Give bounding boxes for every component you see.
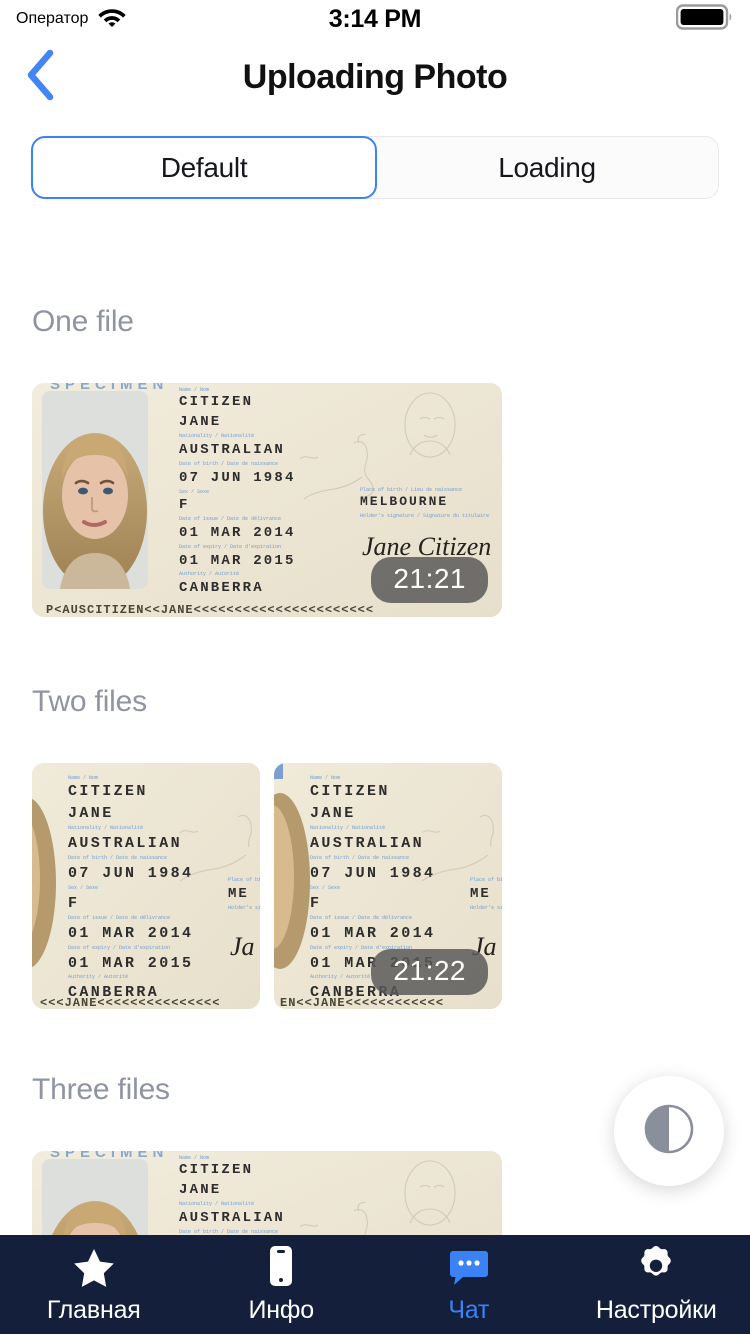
svg-text:Sex / Sexe: Sex / Sexe (68, 885, 98, 891)
chat-icon (449, 1245, 489, 1287)
svg-text:Nationality / Nationalité: Nationality / Nationalité (310, 825, 385, 831)
tab-label: Главная (46, 1295, 141, 1324)
passport-image: Name / Nom CITIZEN JANE Nationality / Na… (32, 763, 260, 1009)
section-label-two-files: Two files (32, 685, 147, 718)
svg-text:Holder's signa: Holder's signa (228, 905, 260, 911)
file-thumbnail[interactable]: Name / Nom CITIZEN JANE Nationality / Na… (274, 763, 502, 1009)
svg-text:Date of birth / Date de naissa: Date of birth / Date de naissance (310, 855, 409, 861)
svg-text:Date of issue / Date de délivr: Date of issue / Date de délivrance (310, 915, 412, 921)
svg-text:AUSTRALIAN: AUSTRALIAN (179, 1210, 285, 1226)
svg-text:JANE: JANE (310, 805, 356, 822)
svg-text:AUSTRALIAN: AUSTRALIAN (310, 835, 424, 852)
svg-text:F: F (310, 895, 321, 912)
svg-text:Name / Nom: Name / Nom (179, 1155, 209, 1161)
svg-text:Date of birth / Date de naissa: Date of birth / Date de naissance (68, 855, 167, 861)
tab-default[interactable]: Default (31, 136, 377, 199)
star-icon (73, 1245, 115, 1287)
file-thumbnail[interactable]: SPECIMEN Name / Nom CITIZEN JANE Nationa… (32, 1151, 502, 1235)
chevron-left-icon (24, 48, 58, 107)
tab-label: Чат (448, 1295, 490, 1324)
svg-text:F: F (179, 497, 190, 513)
svg-text:Authority / Autorité: Authority / Autorité (310, 974, 370, 980)
navigation-bar: Uploading Photo (0, 38, 750, 116)
svg-text:Nationality / Nationalité: Nationality / Nationalité (179, 1201, 254, 1207)
svg-text:Authority / Autorité: Authority / Autorité (68, 974, 128, 980)
svg-text:Name / Nom: Name / Nom (179, 387, 209, 393)
timestamp-badge: 21:22 (371, 949, 488, 995)
segmented-control: Default Loading (31, 136, 719, 199)
svg-text:Nationality / Nationalité: Nationality / Nationalité (68, 825, 143, 831)
svg-text:CITIZEN: CITIZEN (179, 1162, 253, 1178)
tab-settings[interactable]: Настройки (563, 1245, 750, 1325)
svg-text:EN<<JANE<<<<<<<<<<<<: EN<<JANE<<<<<<<<<<<< (280, 996, 444, 1009)
svg-text:Sex / Sexe: Sex / Sexe (179, 489, 209, 495)
svg-text:Ja: Ja (230, 932, 255, 961)
file-thumbnail[interactable]: Name / Nom CITIZEN JANE Nationality / Na… (32, 763, 260, 1009)
svg-text:CITIZEN: CITIZEN (68, 783, 148, 800)
svg-text:Name / Nom: Name / Nom (310, 775, 340, 781)
svg-text:CANBERRA: CANBERRA (179, 580, 264, 596)
passport-image: SPECIMEN Name / Nom CITIZEN JANE Nationa… (32, 1151, 502, 1235)
file-row-one: SPECIMEN Name / Nom CITIZEN JANE Nationa… (0, 383, 750, 617)
svg-text:07 JUN 1984: 07 JUN 1984 (310, 865, 435, 882)
tab-loading[interactable]: Loading (376, 137, 718, 198)
svg-text:AUSTRALIAN: AUSTRALIAN (179, 442, 285, 458)
timestamp-badge: 21:21 (371, 557, 488, 603)
svg-text:P<AUSCITIZEN<<JANE<<<<<<<<<<<<: P<AUSCITIZEN<<JANE<<<<<<<<<<<<<<<<<<<<<< (46, 603, 374, 617)
svg-text:Date of expiry / Date d'expira: Date of expiry / Date d'expiration (179, 544, 281, 550)
segmented-control-wrapper: Default Loading (0, 116, 750, 199)
svg-text:01 MAR 2015: 01 MAR 2015 (179, 553, 296, 569)
gear-icon (636, 1245, 676, 1287)
svg-text:CITIZEN: CITIZEN (179, 394, 253, 410)
svg-text:Place of birth / Lieu de naiss: Place of birth / Lieu de naissance (360, 487, 462, 493)
section-label-one-file: One file (32, 305, 134, 338)
tab-label: Настройки (595, 1295, 717, 1324)
svg-text:Holder's signature / Signature: Holder's signature / Signature du titula… (360, 513, 489, 519)
svg-text:ME: ME (470, 886, 491, 902)
tab-chat[interactable]: Чат (375, 1245, 563, 1325)
svg-text:ME: ME (228, 886, 249, 902)
svg-text:JANE: JANE (179, 414, 221, 430)
status-bar-time: 3:14 PM (328, 4, 422, 33)
page-title: Uploading Photo (242, 57, 508, 96)
svg-text:Nationality / Nationalité: Nationality / Nationalité (179, 433, 254, 439)
svg-text:Holder's signa: Holder's signa (470, 905, 502, 911)
svg-text:<<<JANE<<<<<<<<<<<<<<<: <<<JANE<<<<<<<<<<<<<<< (40, 996, 220, 1009)
svg-text:CITIZEN: CITIZEN (310, 783, 390, 800)
svg-text:Date of birth / Date de naissa: Date of birth / Date de naissance (179, 461, 278, 467)
svg-text:F: F (68, 895, 79, 912)
bottom-tab-bar: Главная Инфо Чат Настройки (0, 1235, 750, 1334)
svg-text:Authority / Autorité: Authority / Autorité (179, 571, 239, 577)
svg-text:07 JUN 1984: 07 JUN 1984 (68, 865, 193, 882)
svg-text:01 MAR 2014: 01 MAR 2014 (179, 525, 296, 541)
svg-text:Date of issue / Date de délivr: Date of issue / Date de délivrance (179, 516, 281, 522)
svg-text:SPECIMEN: SPECIMEN (50, 1151, 168, 1161)
file-row-two: Name / Nom CITIZEN JANE Nationality / Na… (0, 763, 750, 1009)
contrast-icon (643, 1103, 695, 1160)
phone-icon (266, 1245, 296, 1287)
svg-text:01 MAR 2014: 01 MAR 2014 (310, 925, 435, 942)
tab-info[interactable]: Инфо (188, 1245, 376, 1325)
svg-text:JANE: JANE (68, 805, 114, 822)
svg-text:Date of issue / Date de délivr: Date of issue / Date de délivrance (68, 915, 170, 921)
file-thumbnail[interactable]: SPECIMEN Name / Nom CITIZEN JANE Nationa… (32, 383, 502, 617)
contrast-toggle-button[interactable] (614, 1076, 724, 1186)
svg-text:Date of expiry / Date d'expira: Date of expiry / Date d'expiration (68, 945, 170, 951)
svg-text:Place of birth: Place of birth (470, 877, 502, 883)
tab-glavnaya[interactable]: Главная (0, 1245, 188, 1325)
svg-text:Sex / Sexe: Sex / Sexe (310, 885, 340, 891)
svg-text:01 MAR 2015: 01 MAR 2015 (68, 955, 193, 972)
tab-label: Инфо (248, 1295, 315, 1324)
svg-text:MELBOURNE: MELBOURNE (360, 494, 448, 509)
status-bar: Оператор 3:14 PM (0, 0, 750, 38)
svg-text:Place of birth: Place of birth (228, 877, 260, 883)
svg-text:Name / Nom: Name / Nom (68, 775, 98, 781)
svg-text:07 JUN 1984: 07 JUN 1984 (179, 470, 296, 486)
svg-text:JANE: JANE (179, 1182, 221, 1198)
svg-text:SPECIMEN: SPECIMEN (50, 383, 168, 393)
back-button[interactable] (6, 42, 76, 112)
svg-text:01 MAR 2014: 01 MAR 2014 (68, 925, 193, 942)
svg-text:AUSTRALIAN: AUSTRALIAN (68, 835, 182, 852)
